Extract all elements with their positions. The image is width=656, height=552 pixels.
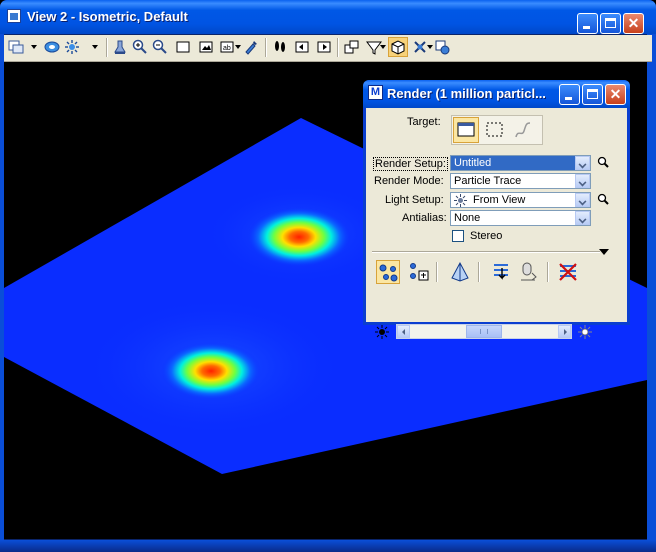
scroll-right-icon[interactable]: [558, 325, 571, 338]
view-window-icon[interactable]: [7, 9, 21, 23]
render-dialog-titlebar[interactable]: M Render (1 million particl... ✕: [363, 80, 630, 108]
view-display-dropdown-icon[interactable]: [31, 45, 37, 49]
antialias-dropdown[interactable]: None: [450, 210, 591, 226]
toolbar-separator: [337, 38, 339, 57]
toolbar-separator: [106, 38, 108, 57]
fit-view-icon[interactable]: [198, 39, 214, 55]
render-particle-trace-icon[interactable]: [376, 260, 400, 284]
fence-target-icon[interactable]: [484, 119, 506, 141]
zoom-out-icon[interactable]: [152, 39, 168, 55]
sun-icon: [454, 194, 467, 207]
stereo-label: Stereo: [470, 230, 503, 242]
tool-separator: [436, 262, 438, 282]
maximize-icon: [605, 18, 616, 28]
upper-hotspot: [247, 207, 351, 267]
antialias-value: None: [454, 212, 481, 224]
close-icon: ✕: [627, 15, 640, 31]
svg-text:ab: ab: [223, 45, 231, 52]
render-minimize-button[interactable]: [559, 84, 580, 105]
view-settings-icon[interactable]: [434, 39, 450, 55]
render-setup-value: Untitled: [454, 157, 492, 169]
light-setup-dropdown[interactable]: From View: [450, 192, 591, 208]
render-setup-search-icon[interactable]: [597, 156, 609, 168]
brightness-slider[interactable]: [396, 324, 572, 339]
minimize-icon: [583, 26, 590, 29]
window-title: View 2 - Isometric, Default: [27, 9, 188, 24]
target-label: Target:: [407, 116, 441, 128]
walk-icon[interactable]: [272, 39, 288, 55]
view-toolbar: ab: [4, 35, 652, 62]
tool-separator: [547, 262, 549, 282]
target-selector: [451, 115, 543, 145]
render-maximize-button[interactable]: [582, 84, 603, 105]
display-style-dropdown-icon[interactable]: [427, 45, 433, 49]
view-target-icon[interactable]: [453, 117, 479, 143]
render-setup-dropdown[interactable]: Untitled: [450, 155, 591, 171]
chevron-down-icon[interactable]: [575, 156, 590, 170]
stereo-checkbox[interactable]: [452, 230, 464, 242]
render-mode-value: Particle Trace: [454, 175, 522, 187]
render-app-icon[interactable]: M: [368, 85, 383, 100]
chevron-down-icon[interactable]: [575, 193, 590, 207]
cancel-render-icon[interactable]: [556, 260, 580, 284]
camera-icon[interactable]: ab: [220, 39, 236, 55]
view-attributes-icon[interactable]: [44, 39, 60, 55]
save-image-icon[interactable]: [490, 260, 514, 284]
tool-separator: [478, 262, 480, 282]
window-frame-right: [647, 34, 656, 540]
view-display-icon[interactable]: [8, 39, 24, 55]
divider: [372, 251, 600, 253]
slider-thumb[interactable]: [466, 325, 502, 338]
main-titlebar[interactable]: View 2 - Isometric, Default ✕: [0, 0, 656, 34]
view-rotation-dropdown-icon[interactable]: [92, 45, 98, 49]
camera-dropdown-icon[interactable]: [235, 45, 241, 49]
toolbar-separator: [265, 38, 267, 57]
render-dialog-title: Render (1 million particl...: [387, 86, 546, 101]
antialias-label: Antialias:: [402, 212, 447, 224]
close-icon: ✕: [609, 86, 622, 102]
display-style-icon[interactable]: [412, 39, 428, 55]
render-pyramid-icon[interactable]: [448, 260, 472, 284]
view-rotation-icon[interactable]: [64, 39, 80, 55]
minimize-icon: [565, 97, 572, 100]
minimize-button[interactable]: [577, 13, 598, 34]
chevron-down-icon[interactable]: [575, 174, 590, 188]
chevron-down-icon[interactable]: [575, 211, 590, 225]
light-setup-search-icon[interactable]: [597, 193, 609, 205]
render-close-button[interactable]: ✕: [605, 84, 626, 105]
light-setup-label: Light Setup:: [385, 194, 444, 206]
next-view-icon[interactable]: [316, 39, 332, 55]
window-frame-bottom: [0, 540, 656, 552]
render-dialog: M Render (1 million particl... ✕ Target:…: [363, 80, 630, 339]
render-icon[interactable]: [388, 37, 408, 57]
maximize-button[interactable]: [600, 13, 621, 34]
zoom-in-icon[interactable]: [132, 39, 148, 55]
window-area-icon[interactable]: [175, 39, 191, 55]
clip-volume-dropdown-icon[interactable]: [380, 45, 386, 49]
render-options-icon[interactable]: [407, 260, 431, 284]
bright-brightness-icon: [578, 325, 592, 339]
light-setup-value: From View: [473, 194, 526, 206]
copy-view-icon[interactable]: [344, 39, 360, 55]
lower-hotspot: [161, 342, 261, 400]
update-view-icon[interactable]: [112, 39, 128, 55]
render-dialog-body: Target: Render Setup: Untitled Render Mo…: [366, 108, 627, 339]
render-mode-dropdown[interactable]: Particle Trace: [450, 173, 591, 189]
render-mode-label: Render Mode:: [374, 175, 444, 187]
expand-arrow-icon[interactable]: [599, 249, 609, 255]
maximize-icon: [587, 89, 598, 99]
rotate-view-icon[interactable]: [243, 39, 259, 55]
render-setup-label: Render Setup:: [373, 157, 448, 171]
dim-brightness-icon: [375, 325, 389, 339]
scroll-left-icon[interactable]: [397, 325, 410, 338]
record-icon[interactable]: [517, 260, 541, 284]
close-button[interactable]: ✕: [623, 13, 644, 34]
element-target-icon[interactable]: [512, 119, 534, 141]
previous-view-icon[interactable]: [294, 39, 310, 55]
